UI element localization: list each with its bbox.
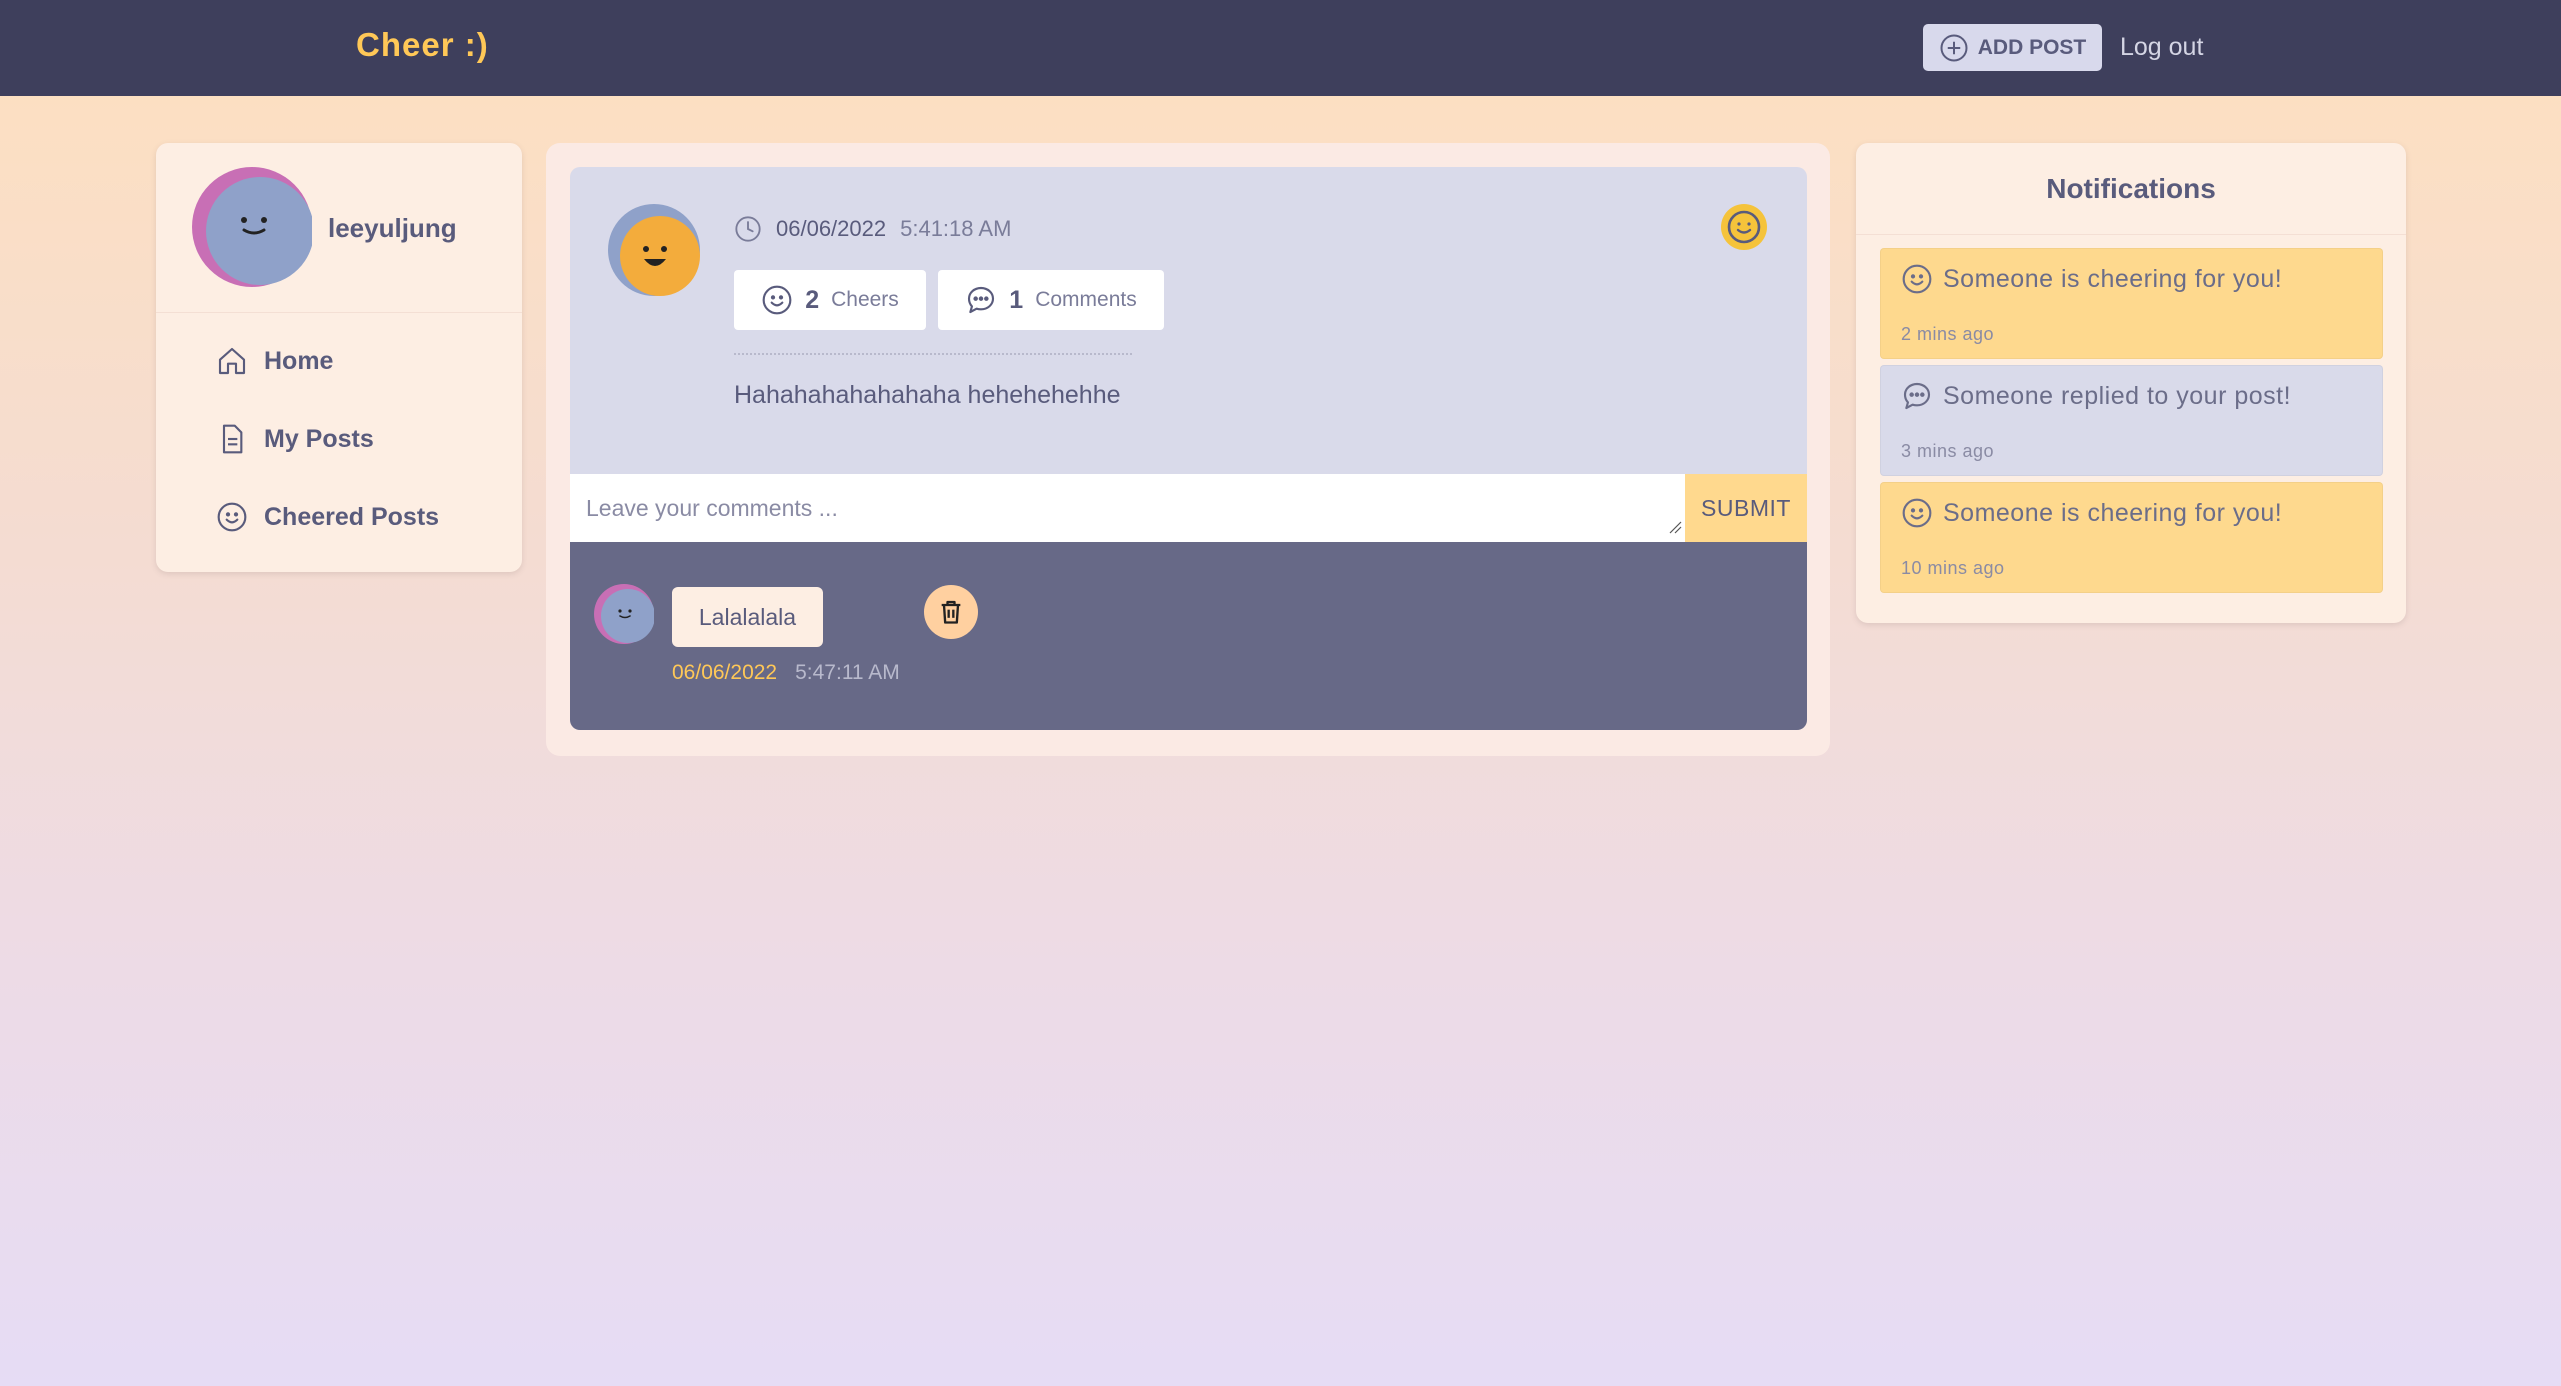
sidebar-item-my-posts[interactable]: My Posts bbox=[216, 423, 374, 455]
notifications-panel: Notifications Someone is cheering for yo… bbox=[1856, 143, 2406, 623]
add-post-button[interactable]: ADD POST bbox=[1923, 24, 2102, 71]
comment-input[interactable] bbox=[570, 474, 1685, 542]
comment-timestamp: 06/06/2022 5:47:11 AM bbox=[672, 661, 900, 685]
cheers-label: Cheers bbox=[831, 288, 899, 311]
chat-bubble-icon bbox=[968, 286, 995, 314]
profile-sidebar: leeyuljung Home My Posts Cheered Posts bbox=[156, 143, 522, 572]
comment-date: 06/06/2022 bbox=[672, 661, 778, 684]
comments-count: 1 bbox=[1009, 285, 1024, 314]
comment-form: SUBMIT bbox=[570, 474, 1807, 542]
cheer-smiley-icon[interactable] bbox=[1720, 203, 1768, 251]
sidebar-item-cheered-posts[interactable]: Cheered Posts bbox=[216, 501, 439, 533]
notification-message: Someone is cheering for you! bbox=[1943, 498, 2283, 527]
notification-time: 3 mins ago bbox=[1901, 441, 1995, 461]
comment-time: 5:47:11 AM bbox=[795, 661, 900, 684]
smiley-icon bbox=[217, 502, 247, 532]
notification-time: 10 mins ago bbox=[1901, 558, 2005, 578]
cheers-button[interactable]: 2 Cheers bbox=[734, 270, 926, 330]
divider bbox=[734, 353, 1132, 355]
post-author-avatar[interactable] bbox=[608, 204, 700, 296]
post-timestamp: 06/06/2022 5:41:18 AM bbox=[734, 215, 1011, 243]
notification-message: Someone replied to your post! bbox=[1943, 381, 2292, 410]
profile-header: leeyuljung bbox=[156, 143, 522, 313]
top-navbar: Cheer :) ADD POST Log out bbox=[0, 0, 2561, 96]
sidebar-item-label: Home bbox=[264, 346, 334, 375]
trash-icon bbox=[941, 600, 961, 624]
notification-item[interactable]: Someone is cheering for you! 10 mins ago bbox=[1880, 482, 2383, 593]
comments-list: Lalalalala 06/06/2022 5:47:11 AM bbox=[570, 542, 1807, 730]
notification-message: Someone is cheering for you! bbox=[1943, 264, 2283, 293]
home-icon bbox=[218, 347, 246, 375]
commenter-avatar[interactable] bbox=[594, 584, 654, 644]
username: leeyuljung bbox=[328, 213, 457, 243]
delete-comment-button[interactable] bbox=[924, 585, 978, 639]
resize-grip-icon[interactable] bbox=[1668, 520, 1682, 534]
smiley-icon bbox=[1902, 498, 1932, 528]
post-time: 5:41:18 AM bbox=[900, 216, 1012, 241]
comments-button[interactable]: 1 Comments bbox=[938, 270, 1164, 330]
smiley-icon bbox=[1902, 264, 1932, 294]
cheers-count: 2 bbox=[805, 285, 820, 314]
post-date: 06/06/2022 bbox=[776, 216, 887, 241]
brand-logo[interactable]: Cheer :) bbox=[356, 26, 489, 64]
clock-icon bbox=[735, 216, 761, 242]
comments-label: Comments bbox=[1035, 288, 1137, 311]
notifications-title: Notifications bbox=[1856, 143, 2406, 235]
plus-circle-icon bbox=[1940, 34, 1968, 61]
logout-link[interactable]: Log out bbox=[2120, 33, 2203, 62]
document-icon bbox=[222, 424, 243, 454]
smiley-icon bbox=[762, 285, 792, 315]
chat-bubble-icon bbox=[1903, 382, 1931, 410]
notification-item[interactable]: Someone is cheering for you! 2 mins ago bbox=[1880, 248, 2383, 359]
post-body: 06/06/2022 5:41:18 AM 2 Cheers 1 Comment… bbox=[570, 167, 1807, 474]
post-content: Hahahahahahahaha hehehehehhe bbox=[734, 381, 1121, 409]
post-card: 06/06/2022 5:41:18 AM 2 Cheers 1 Comment… bbox=[546, 143, 1830, 756]
notification-item[interactable]: Someone replied to your post! 3 mins ago bbox=[1880, 365, 2383, 476]
sidebar-item-label: My Posts bbox=[264, 424, 374, 453]
comment-text: Lalalalala bbox=[672, 587, 823, 647]
add-post-label: ADD POST bbox=[1977, 35, 2087, 59]
notification-time: 2 mins ago bbox=[1901, 324, 1995, 344]
sidebar-item-label: Cheered Posts bbox=[264, 502, 440, 531]
sidebar-item-home[interactable]: Home bbox=[216, 345, 333, 377]
submit-comment-button[interactable]: SUBMIT bbox=[1685, 474, 1807, 542]
avatar[interactable] bbox=[192, 167, 312, 287]
